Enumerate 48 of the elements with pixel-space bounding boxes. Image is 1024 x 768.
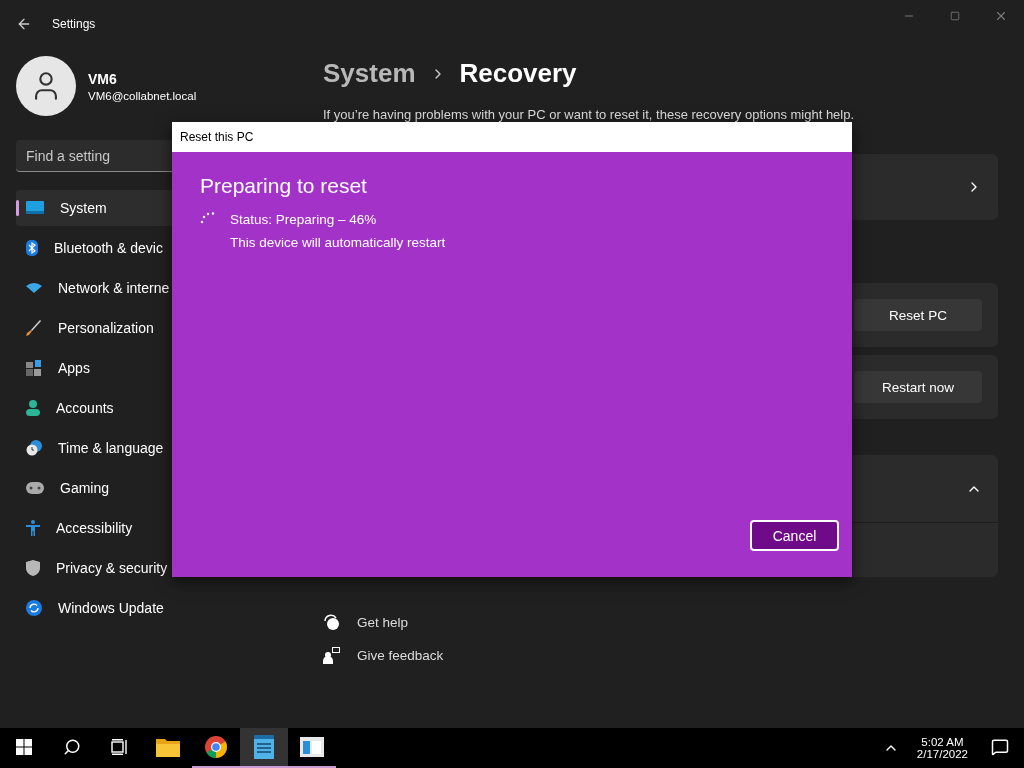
user-email: VM6@collabnet.local bbox=[88, 89, 197, 102]
notepad-icon bbox=[254, 735, 274, 759]
nav-item[interactable]: Windows Update bbox=[16, 590, 296, 626]
avatar bbox=[16, 56, 76, 116]
nav-item[interactable]: Accounts bbox=[16, 390, 296, 426]
user-name: VM6 bbox=[88, 70, 118, 87]
bluetooth-icon bbox=[26, 240, 38, 256]
accessibility-icon bbox=[26, 520, 40, 536]
nav-item[interactable]: Network & interne bbox=[16, 270, 296, 306]
nav-item[interactable]: Gaming bbox=[16, 470, 296, 506]
description: If you’re having problems with your PC or want to reset it, these recovery options might help. bbox=[323, 107, 856, 122]
cancel-button[interactable]: Cancel bbox=[750, 520, 839, 551]
windows-logo-icon bbox=[16, 739, 32, 755]
browser-icon bbox=[205, 736, 227, 758]
folder-icon bbox=[156, 737, 180, 757]
search-icon bbox=[63, 738, 81, 756]
apps-icon bbox=[26, 360, 42, 376]
task-view-icon bbox=[111, 739, 129, 755]
action-button[interactable]: Restart now bbox=[854, 371, 982, 403]
restart-note: This device will automatically restart bbox=[230, 235, 446, 250]
wifi-icon bbox=[26, 283, 42, 293]
nav-item[interactable]: Apps bbox=[16, 350, 296, 386]
breadcrumb-parent[interactable]: System bbox=[323, 58, 416, 89]
nav-item[interactable]: Personalization bbox=[16, 310, 296, 346]
help-link[interactable]: Get help bbox=[357, 614, 409, 630]
monitor-icon bbox=[26, 201, 44, 215]
clock-time: 5:02 AM bbox=[921, 736, 964, 748]
update-icon bbox=[26, 600, 42, 616]
nav-item[interactable]: Time & language bbox=[16, 430, 296, 466]
person-icon bbox=[26, 400, 40, 416]
clock-globe-icon bbox=[26, 440, 42, 456]
feedback-icon bbox=[323, 646, 341, 664]
spinner-icon bbox=[200, 212, 216, 224]
shield-icon bbox=[26, 560, 40, 576]
help-link[interactable]: Give feedback bbox=[357, 647, 444, 663]
app-window-icon bbox=[300, 737, 324, 757]
page-title: Recovery bbox=[459, 58, 577, 89]
nav-item[interactable]: Privacy & security bbox=[16, 550, 296, 586]
back-icon[interactable] bbox=[16, 16, 32, 32]
brush-icon bbox=[26, 320, 42, 336]
window-title: Settings bbox=[52, 17, 96, 31]
gamepad-icon bbox=[26, 482, 44, 494]
action-button[interactable]: Reset PC bbox=[854, 299, 982, 331]
clock-date: 2/17/2022 bbox=[916, 748, 968, 760]
nav-item[interactable]: Accessibility bbox=[16, 510, 296, 546]
maximize-icon bbox=[950, 11, 960, 21]
close-icon bbox=[994, 9, 1008, 23]
speech-bubble-icon bbox=[991, 738, 1009, 756]
